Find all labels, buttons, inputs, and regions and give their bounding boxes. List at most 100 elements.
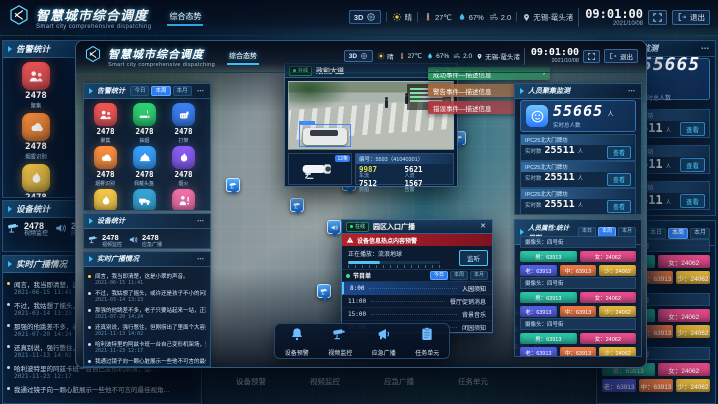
count-value: 25511 [545,146,575,156]
helmet-icon [133,146,156,169]
camera-marker[interactable] [290,198,304,212]
camera-marker[interactable] [226,178,240,192]
broadcast-popup-header[interactable]: 在线 园区入口广播 ✕ [342,220,492,234]
dock-task[interactable]: 任务单元 [415,326,439,357]
attr-group-title: 摄像头：四号街 [520,318,636,330]
view-button[interactable]: 查看 [607,146,631,159]
video-popup-footer: 12条 编号：5593（41040301） 9987车流5621人流7512抓拍… [288,153,454,185]
fullscreen-button[interactable] [583,50,600,63]
alarm-stat[interactable]: 2478抽烟 [125,103,164,144]
schedule-row[interactable]: 15:00背景音乐 [342,308,492,321]
device-label: 视频监控 [102,242,122,248]
thermometer-icon [398,52,406,60]
attr-group-title: 摄像头：四号街 [520,236,636,248]
floating-dashboard-window[interactable]: 智慧城市综合调度 Smart city comprehensive dispat… [75,40,647,368]
view-button[interactable]: 查看 [680,122,705,136]
alarm-label: 烟雾识别 [96,180,116,187]
total-people-value: 55665 [553,102,603,120]
warning-icon [346,236,354,244]
alarm-stat[interactable]: 2478人员越界警告 [164,189,203,211]
total-people-value: 55665 [641,54,700,75]
tab-1[interactable]: 本周 [668,228,688,239]
tab-overview[interactable]: 综合态势 [227,49,259,65]
tab-2[interactable]: 本月 [470,271,488,281]
listen-button[interactable]: 监听 [459,250,488,266]
speaker-marker[interactable] [327,220,341,234]
count-value: 25511 [545,200,575,210]
dock-megaphone[interactable]: 应急广播 [372,326,396,357]
dock-cctv[interactable]: 视频监控 [328,326,352,357]
more-icon[interactable]: ⋯ [701,44,710,53]
tab-overview[interactable]: 综合态势 [167,9,203,26]
smart-city-dashboard: 智慧城市综合调度 Smart city comprehensive dispat… [0,0,718,404]
device-stat[interactable]: 2478应急广播 [128,232,162,249]
exit-button[interactable]: 退出 [672,10,710,25]
alarm-stat[interactable]: 2478佩戴头盔 [125,146,164,187]
tab-1[interactable]: 本周 [450,271,468,281]
tab-0[interactable]: 今日 [430,271,448,281]
playback-progress[interactable] [348,261,440,264]
schedule-row[interactable]: 11:00餐厅促销消息 [342,295,492,308]
app-logo-icon [8,4,30,31]
alarm-stat[interactable]: 2478火灾 [86,189,125,211]
attr-group: 摄像头：四号街男：63913女：24062老：63913中：63913少：240… [520,277,636,317]
attr-pill: 女：24062 [658,309,711,322]
tab-2[interactable]: 本月 [690,228,710,239]
tab-2[interactable]: 本月 [173,86,192,96]
wind-icon [453,52,461,60]
broadcast-text: 哈利波特里的阿兹卡班一台自己变形机架场，型… [95,340,206,348]
device-stat[interactable]: 2478视频监控 [88,232,122,249]
alarm-stat[interactable]: 2478烟雾识别 [86,146,125,187]
close-icon[interactable]: ✕ [478,222,488,231]
alarm-stat[interactable]: 2478打架 [164,103,203,144]
more-icon[interactable]: ⋯ [628,87,636,95]
alarm-tabs: 今日本周本月 [130,86,191,96]
alarm-value: 2478 [25,193,47,198]
more-icon[interactable]: ⋯ [197,255,205,263]
view-button[interactable]: 查看 [680,194,705,208]
attr-pill: 少：24062 [599,347,636,357]
dock-label: 设备预警 [285,348,309,357]
tab-0[interactable]: 本日 [646,228,666,239]
weather-temp: 27℃ [398,52,423,60]
alarm-stat[interactable]: 2478聚集 [86,103,125,144]
alarm-stat[interactable]: 2478土方车识别 [125,189,164,211]
exit-button[interactable]: 退出 [604,49,638,63]
tab-0[interactable]: 今日 [130,86,149,96]
schedule-row[interactable]: 8:00入园须知 [342,282,492,295]
alarm-stat[interactable]: 2478烟雾识别 [5,113,67,161]
alarm-stat[interactable]: 2478烟火 [164,146,203,187]
alarm-grid: 2478聚集2478抽烟2478打架2478烟雾识别2478佩戴头盔2478烟火… [84,99,210,211]
mode-3d-button[interactable]: 3D [349,10,382,24]
mode-3d-button[interactable]: 3D [344,50,373,62]
view-button[interactable]: 查看 [680,158,705,172]
clock-date: 2021/10/08 [585,21,643,27]
schedule-name: 闭园须知 [462,323,486,332]
alarm-stat[interactable]: 2478聚集 [5,62,67,110]
broadcast-time: 2021-11-13 14:02 [95,331,206,337]
alarm-stat[interactable]: 2478火灾 [5,164,67,198]
alarm-value: 2478 [96,170,114,179]
inner-header-tools: 3D 晴 27℃ 67% 2.0 无锡-鼋头渚 09:01:00 2021/10… [344,48,638,64]
broadcast-time: 2021-03-14 13:23 [95,297,206,303]
count-value: 25511 [545,173,575,183]
tab-1[interactable]: 本周 [151,86,170,96]
view-button[interactable]: 查看 [607,173,631,186]
count-unit: 人 [578,147,584,155]
fullscreen-icon [652,12,663,23]
dock-label: 应急广播 [372,348,396,357]
dock-bell[interactable]: 设备预警 [285,326,309,357]
more-icon[interactable]: ⋯ [197,87,205,95]
more-icon[interactable]: ⋯ [197,217,205,225]
camera-thumbnail[interactable]: 12条 [288,153,352,185]
dock-label: 设备预警 [236,376,266,387]
camera-marker[interactable] [317,284,331,298]
schedule-time: 15:00 [348,311,366,318]
device-stat[interactable]: 2478视频监控 [7,221,48,240]
camera-name: IPC25北大门牌坊 [521,189,635,199]
playlist-header: 节目单 今日本周本月 [342,270,492,282]
broadcast-popup-title: 园区入口广播 [373,222,415,232]
droplet-icon [426,52,434,60]
view-button[interactable]: 查看 [607,200,631,213]
fullscreen-button[interactable] [648,10,667,25]
